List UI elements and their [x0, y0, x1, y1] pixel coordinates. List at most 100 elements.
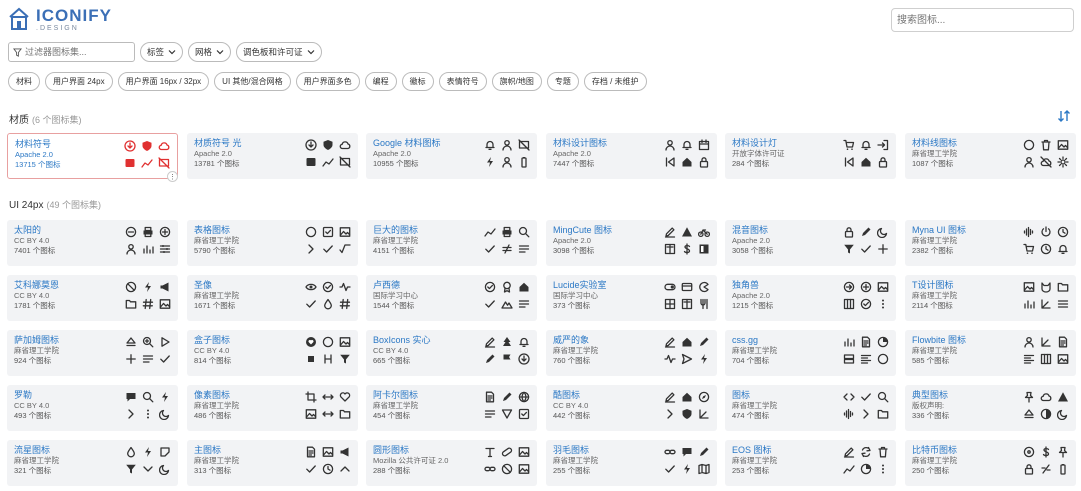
folder-icon — [339, 408, 351, 420]
arrow-right-icon — [843, 281, 855, 293]
icon-set-card[interactable]: 萨加姆图标 麻省理工学院 924 个图标 — [7, 330, 178, 376]
tag-chip[interactable]: 用户界面多色 — [295, 72, 360, 91]
icon-preview-grid — [305, 226, 351, 255]
icon-set-card[interactable]: MingCute 图标 Apache 2.0 3098 个图标 — [546, 220, 717, 266]
cloud-icon — [1040, 393, 1052, 402]
cart-icon — [843, 139, 855, 150]
icon-set-card[interactable]: 材质符号 光 Apache 2.0 13781 个图标 — [187, 133, 358, 179]
warning-icon — [1058, 392, 1068, 402]
tag-chip[interactable]: 材料 — [8, 72, 40, 91]
icon-set-card[interactable]: Google 材料图标 Apache 2.0 10955 个图标 — [366, 133, 537, 179]
tag-chip[interactable]: 用户界面 24px — [45, 72, 113, 91]
code-icon — [843, 391, 855, 403]
icon-set-card[interactable]: 比特币图标 麻省理工学院 250 个图标 — [905, 440, 1076, 486]
icon-set-card[interactable]: 阿卡尔图标 麻省理工学院 454 个图标 — [366, 385, 537, 431]
tag-chip[interactable]: 表情符号 — [438, 72, 487, 91]
site-logo[interactable]: ICONIFY .DESIGN — [8, 6, 112, 32]
person-icon — [1024, 336, 1034, 348]
tag-chip[interactable]: 存档 / 未维护 — [583, 72, 647, 91]
icon-set-card[interactable]: 罗勒 CC BY 4.0 493 个图标 — [7, 385, 178, 431]
icon-set-card[interactable]: 材料符号 Apache 2.0 13715 个图标 ⋮ — [7, 133, 178, 182]
chevron-right-icon — [125, 408, 137, 420]
icon-set-card[interactable]: 艾科娜莫恩 CC BY 4.0 1781 个图标 — [7, 275, 178, 321]
dropdown-tags[interactable]: 标签 — [140, 42, 184, 62]
bell-icon — [681, 139, 693, 151]
icon-set-card[interactable]: 巨大的图标 麻省理工学院 4151 个图标 — [366, 220, 537, 266]
icon-set-card[interactable]: 卢西德 国际学习中心 1544 个图标 — [366, 275, 537, 321]
icon-set-card[interactable]: css.gg 麻省理工学院 704 个图标 — [725, 330, 896, 376]
icon-set-card[interactable]: T设计图标 麻省理工学院 2114 个图标 — [905, 275, 1076, 321]
icon-set-card[interactable]: 独角兽 Apache 2.0 1215 个图标 — [725, 275, 896, 321]
tag-chip[interactable]: 徽标 — [401, 72, 434, 91]
no-screen-icon — [339, 156, 351, 168]
tag-chip[interactable]: 旗帜/地图 — [491, 72, 542, 91]
warning-icon — [681, 226, 693, 238]
icon-set-card[interactable]: 太阳的 CC BY 4.0 7401 个图标 — [7, 220, 178, 266]
tag-chip[interactable]: UI 其他/混合网格 — [214, 72, 291, 91]
tag-chip[interactable]: 用户界面 16px / 32px — [117, 72, 210, 91]
icon-set-card[interactable]: 像素图标 麻省理工学院 486 个图标 — [187, 385, 358, 431]
shield-icon — [681, 408, 693, 420]
clock-icon — [1057, 226, 1069, 238]
server-icon — [843, 353, 855, 365]
layout-icon — [698, 243, 710, 255]
tag-chip[interactable]: 专题 — [546, 72, 579, 91]
icon-set-card[interactable]: 图标 麻省理工学院 474 个图标 — [725, 385, 896, 431]
more-options-icon[interactable]: ⋮ — [167, 171, 178, 182]
icon-set-card[interactable]: 材料设计图标 Apache 2.0 7447 个图标 — [546, 133, 717, 179]
icon-preview-grid — [484, 391, 530, 420]
angle-icon — [699, 409, 709, 419]
icon-set-card[interactable]: 材料线图标 麻省理工学院 1087 个图标 — [905, 133, 1076, 179]
check-icon — [160, 355, 170, 363]
check-icon — [323, 245, 333, 253]
bolt-icon — [484, 156, 496, 168]
icon-set-card[interactable]: 酷图标 CC BY 4.0 442 个图标 — [546, 385, 717, 431]
icon-set-card[interactable]: 主图标 麻省理工学院 313 个图标 — [187, 440, 358, 486]
mountain-icon — [501, 298, 513, 310]
calendar-icon — [698, 139, 710, 151]
tag-chip[interactable]: 编程 — [364, 72, 397, 91]
icon-set-card[interactable]: EOS 图标 麻省理工学院 253 个图标 — [725, 440, 896, 486]
home-icon — [861, 157, 871, 167]
icon-set-card[interactable]: 典型图标 版权声明: 336 个图标 — [905, 385, 1076, 431]
icon-set-card[interactable]: 混音图标 Apache 2.0 3058 个图标 — [725, 220, 896, 266]
filter-icon — [13, 47, 22, 57]
icon-set-card[interactable]: 圣像 麻省理工学院 1671 个图标 — [187, 275, 358, 321]
icon-set-card[interactable]: Myna UI 图标 麻省理工学院 2382 个图标 — [905, 220, 1076, 266]
printer-icon — [143, 226, 153, 238]
chevron-up-icon — [339, 463, 351, 475]
search-input[interactable] — [891, 8, 1074, 32]
pin-icon — [1024, 391, 1034, 403]
sort-icon[interactable] — [1057, 109, 1071, 123]
bars-icon — [1024, 300, 1035, 309]
chat-icon — [125, 391, 137, 403]
file-icon — [1058, 336, 1068, 348]
image-icon — [322, 446, 334, 458]
dropdown-grid[interactable]: 网格 — [188, 42, 232, 62]
align-icon — [1023, 353, 1035, 365]
filter-field[interactable] — [8, 42, 135, 62]
skip-icon — [665, 157, 675, 167]
icon-set-card[interactable]: BoxIcons 实心 CC BY 4.0 665 个图标 — [366, 330, 537, 376]
pen-icon — [486, 354, 495, 363]
icon-set-card[interactable]: 材料设计灯 开放字体许可证 284 个图标 — [725, 133, 896, 179]
lock-icon — [844, 227, 854, 238]
icon-set-card[interactable]: Flowbite 图标 麻省理工学院 585 个图标 — [905, 330, 1076, 376]
icon-preview-grid — [843, 336, 889, 365]
sync-icon — [860, 446, 872, 458]
icon-set-card[interactable]: 威严的象 麻省理工学院 760 个图标 — [546, 330, 717, 376]
no-screen-icon — [518, 139, 530, 151]
logo-subtitle: .DESIGN — [36, 24, 79, 32]
pen-icon — [860, 226, 872, 238]
wave-icon — [1023, 226, 1035, 238]
circle-icon — [1023, 139, 1035, 151]
icon-set-card[interactable]: 表格图标 麻省理工学院 5790 个图标 — [187, 220, 358, 266]
filter-input[interactable] — [25, 47, 125, 57]
icon-set-card[interactable]: 盒子图标 CC BY 4.0 814 个图标 — [187, 330, 358, 376]
icon-set-card[interactable]: 流星图标 麻省理工学院 321 个图标 — [7, 440, 178, 486]
icon-preview-grid — [843, 281, 889, 310]
dropdown-palette-license[interactable]: 调色板和许可证 — [236, 42, 322, 62]
icon-set-card[interactable]: Lucide实验室 国际学习中心 373 个图标 — [546, 275, 717, 321]
icon-set-card[interactable]: 羽毛图标 麻省理工学院 255 个图标 — [546, 440, 717, 486]
icon-set-card[interactable]: 圆形图标 Mozilla 公共许可证 2.0 288 个图标 — [366, 440, 537, 486]
